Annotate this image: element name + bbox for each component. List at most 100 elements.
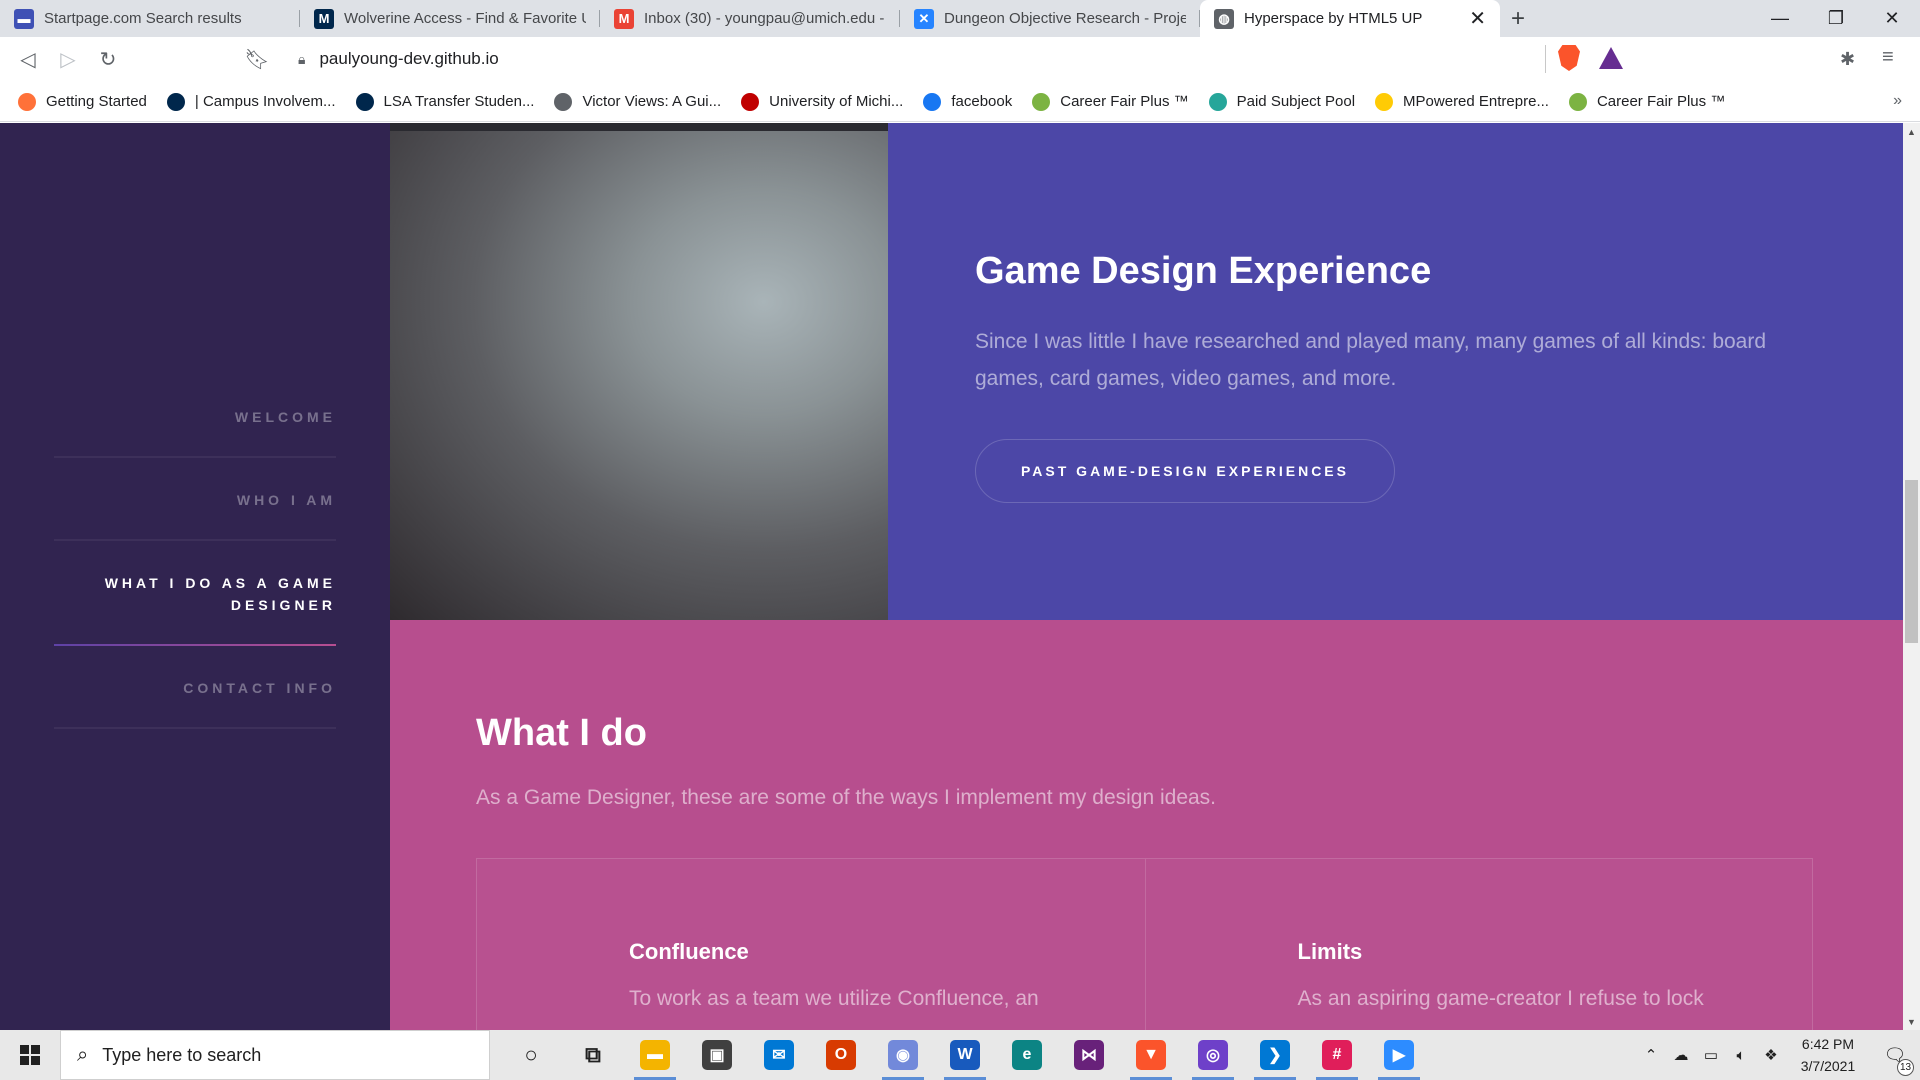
minimize-icon[interactable]: — (1752, 0, 1808, 37)
app-glyph: ▼ (1136, 1040, 1166, 1070)
sp-icon (741, 92, 760, 111)
browser-tab[interactable]: ▬ Startpage.com Search results (0, 0, 300, 37)
discord-icon[interactable]: ◉ (872, 1030, 934, 1080)
tab-title: Dungeon Objective Research - Project (944, 10, 1186, 27)
feature-title: Limits (1297, 939, 1363, 964)
app-glyph: ◎ (1198, 1040, 1228, 1070)
scrollbar-thumb[interactable] (1905, 480, 1918, 643)
bookmark-item[interactable]: Paid Subject Pool (1208, 92, 1356, 111)
bookmark-label: facebook (951, 93, 1013, 110)
slack-icon[interactable]: # (1306, 1030, 1368, 1080)
back-icon[interactable]: ◁ (8, 40, 48, 80)
bookmark-item[interactable]: LSA Transfer Studen... (355, 92, 535, 111)
section-intro: As a Game Designer, these are some of th… (476, 786, 1217, 809)
sidebar-item[interactable]: Contact Info (54, 677, 336, 729)
visual-studio-icon[interactable]: ⋈ (1058, 1030, 1120, 1080)
edge-icon[interactable]: e (996, 1030, 1058, 1080)
zoom-icon[interactable]: ▶ (1368, 1030, 1430, 1080)
gmail-icon: M (614, 8, 634, 29)
dropbox-icon[interactable]: ❖ (1756, 1046, 1786, 1064)
volume-icon[interactable]: 🔈︎ (1726, 1047, 1756, 1064)
bookmark-item[interactable]: Victor Views: A Gui... (554, 92, 721, 111)
browser-tab[interactable]: M Wolverine Access - Find & Favorite Un (300, 0, 600, 37)
app-glyph: O (826, 1040, 856, 1070)
sidebar-item[interactable]: What I do as a Game Designer (54, 572, 336, 646)
page-scrollbar[interactable]: ▲ ▼ (1903, 123, 1920, 1030)
sidebar-item[interactable]: Welcome (54, 406, 336, 458)
file-explorer-icon[interactable]: ▬ (624, 1030, 686, 1080)
bookmark-item[interactable]: Getting Started (18, 92, 147, 111)
bookmark-item[interactable]: | Campus Involvem... (166, 92, 336, 111)
windows-icon (20, 1045, 40, 1065)
tab-close-icon[interactable]: ✕ (1469, 6, 1486, 31)
browser-tab-bar: ▬ Startpage.com Search results M Wolverine … (0, 0, 1920, 37)
spotlight-text: Since I was little I have researched and… (975, 330, 1767, 390)
bookmark-item[interactable]: facebook (923, 92, 1013, 111)
tab-title: Wolverine Access - Find & Favorite Un (344, 10, 586, 27)
menu-icon[interactable]: ≡ (1882, 46, 1894, 69)
firefox-icon (18, 92, 36, 111)
mail-icon[interactable]: ✉ (748, 1030, 810, 1080)
past-experiences-button[interactable]: PAST GAME-DESIGN EXPERIENCES (975, 439, 1395, 503)
scroll-up-icon[interactable]: ▲ (1903, 123, 1920, 140)
bookmark-item[interactable]: MPowered Entrepre... (1375, 92, 1549, 111)
page-viewport: Welcome Who I am What I do as a Game Desig… (0, 123, 1903, 1030)
browser-tab[interactable]: ◍ Hyperspace by HTML5 UP ✕ (1200, 0, 1500, 37)
feature-confluence: Confluence To work as a team we utilize … (477, 859, 1145, 1030)
chevron-up-icon[interactable]: ⌃ (1636, 1046, 1666, 1064)
github-desktop-icon[interactable]: ◎ (1182, 1030, 1244, 1080)
features-grid: Confluence To work as a team we utilize … (476, 858, 1813, 1030)
bookmark-label: Career Fair Plus ™ (1060, 93, 1189, 110)
notifications-icon[interactable]: 🗨︎ 13 (1870, 1045, 1920, 1076)
onedrive-icon[interactable]: ☁ (1666, 1046, 1696, 1064)
close-icon[interactable]: ✕ (1864, 0, 1920, 37)
globe-icon: ◍ (1214, 8, 1234, 29)
address-bar[interactable]: 🔒︎ paulyoung-dev.github.io (284, 42, 1601, 76)
taskbar-apps: ○ ⧉ ▬ ▣ ✉ O ◉ We ⋈ ▼ ◎ ❯ # ▶ (500, 1030, 1430, 1080)
bookmark-item[interactable]: Career Fair Plus ™ (1032, 92, 1189, 111)
window-controls: — ❐ ✕ (1752, 0, 1920, 37)
new-tab-button[interactable]: + (1500, 0, 1536, 37)
clock[interactable]: 6:42 PM 3/7/2021 (1786, 1033, 1870, 1077)
reload-icon[interactable]: ↻ (88, 40, 128, 80)
browser-tab[interactable]: ✕ Dungeon Objective Research - Project (900, 0, 1200, 37)
section-title: What I do (476, 712, 647, 754)
clock-time: 6:42 PM (1801, 1036, 1855, 1052)
subject-pool-icon (1208, 92, 1227, 111)
bookmark-item[interactable]: University of Michi... (741, 92, 903, 111)
battery-icon[interactable]: ▭ (1696, 1046, 1726, 1064)
spotlight-title: Game Design Experience (975, 250, 1432, 292)
bookmark-label: Paid Subject Pool (1236, 93, 1356, 110)
start-button[interactable] (0, 1030, 60, 1080)
tab-title: Inbox (30) - youngpau@umich.edu - U (644, 10, 886, 27)
bookmark-icon[interactable]: 🔖︎ (237, 40, 277, 80)
facebook-icon (923, 92, 942, 111)
app-glyph: # (1322, 1040, 1352, 1070)
office-icon[interactable]: O (810, 1030, 872, 1080)
sidebar-nav: Welcome Who I am What I do as a Game Desig… (54, 406, 336, 760)
chevron-right-icon[interactable]: » (1893, 92, 1902, 110)
cortana-icon[interactable]: ○ (500, 1030, 562, 1080)
tab-title: Startpage.com Search results (44, 10, 242, 27)
app-glyph: ✉ (764, 1040, 794, 1070)
bookmark-item[interactable]: Career Fair Plus ™ (1568, 92, 1725, 111)
umich-icon: M (314, 8, 334, 29)
spotlight-section: Game Design Experience Since I was littl… (390, 123, 1903, 620)
vscode-icon[interactable]: ❯ (1244, 1030, 1306, 1080)
app-glyph: ○ (524, 1042, 538, 1067)
brave-rewards-icon[interactable] (1599, 47, 1623, 69)
browser-tab[interactable]: M Inbox (30) - youngpau@umich.edu - U (600, 0, 900, 37)
feature-text: To work as a team we utilize Confluence,… (629, 987, 1039, 1010)
forward-icon[interactable]: ▷ (48, 40, 88, 80)
taskbar-search[interactable]: ⌕ Type here to search (60, 1030, 490, 1080)
extensions-icon[interactable]: ✱ (1840, 49, 1855, 70)
scroll-down-icon[interactable]: ▼ (1903, 1013, 1920, 1030)
brave-icon[interactable]: ▼ (1120, 1030, 1182, 1080)
word-icon[interactable]: W (934, 1030, 996, 1080)
sidebar-item[interactable]: Who I am (54, 489, 336, 541)
bookmark-label: LSA Transfer Studen... (383, 93, 535, 110)
task-view-icon[interactable]: ⧉ (562, 1030, 624, 1080)
restore-icon[interactable]: ❐ (1808, 0, 1864, 37)
windows-taskbar: ⌕ Type here to search ○ ⧉ ▬ ▣ ✉ O ◉ We ⋈ ▼ ◎ ❯ # ▶ ⌃ … (0, 1030, 1920, 1080)
store-icon[interactable]: ▣ (686, 1030, 748, 1080)
